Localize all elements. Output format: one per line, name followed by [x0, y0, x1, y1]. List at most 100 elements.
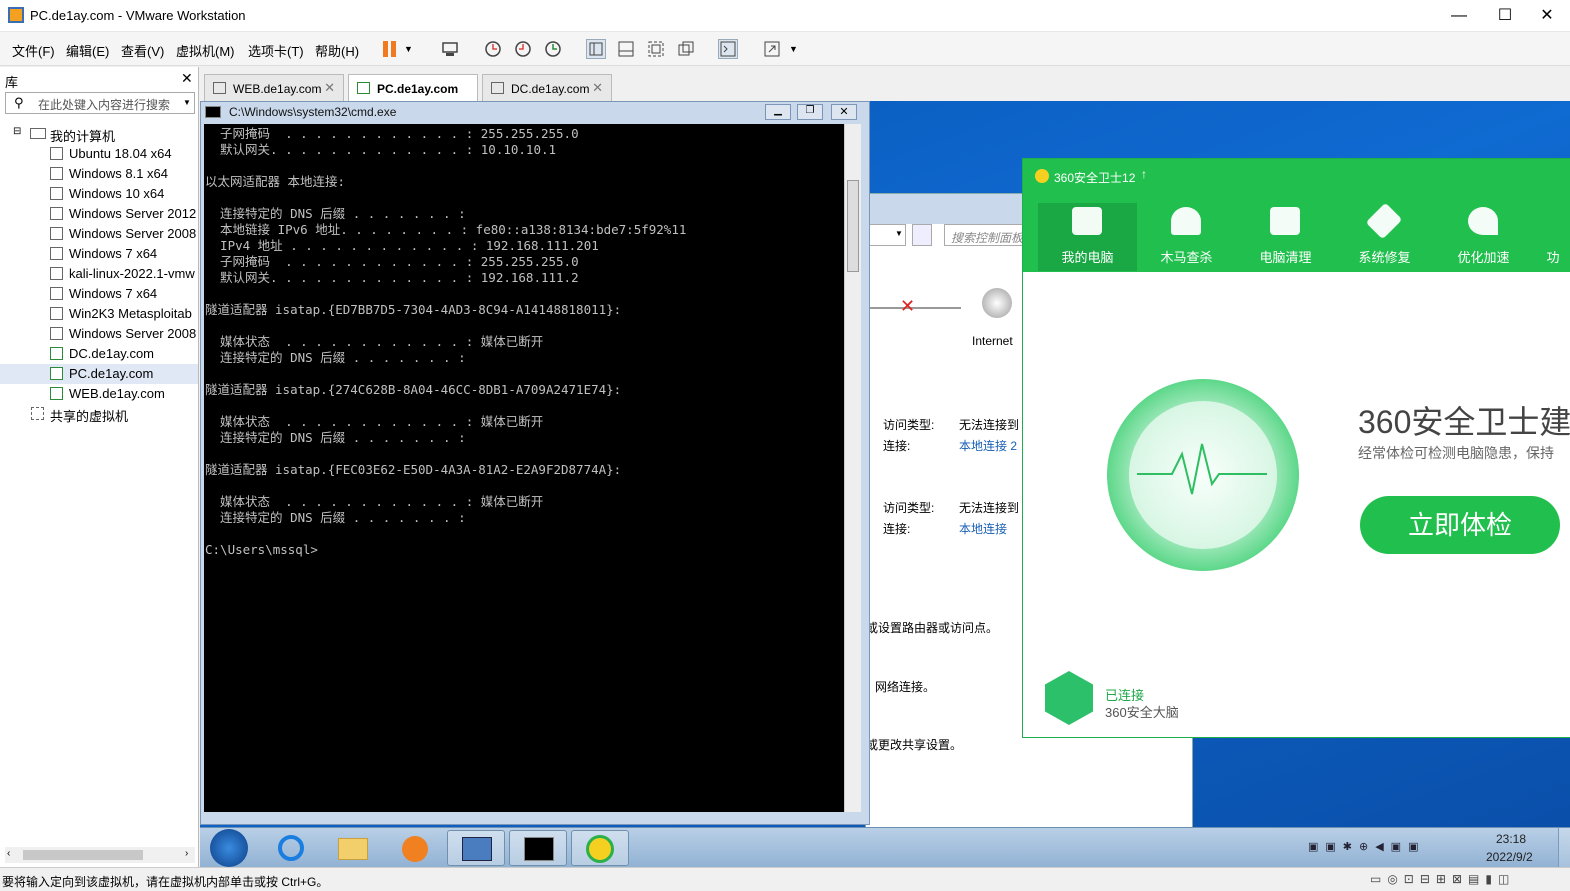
cmd-line — [205, 446, 843, 462]
refresh-icon[interactable] — [912, 224, 932, 246]
cmd-taskbar[interactable] — [509, 830, 567, 866]
vm-icon — [50, 387, 63, 400]
tree-item-vm[interactable]: Ubuntu 18.04 x64 — [0, 144, 198, 164]
nav-my-computer[interactable]: 我的电脑 — [1038, 203, 1137, 271]
snapshot-icon[interactable] — [483, 39, 503, 59]
menu-view[interactable]: 查看(V) — [121, 41, 164, 60]
cmd-line: 以太网适配器 本地连接: — [205, 174, 346, 189]
snapshot-manager-icon[interactable] — [543, 39, 563, 59]
chevron-down-icon[interactable]: ▼ — [404, 44, 413, 54]
chevron-down-icon[interactable]: ▼ — [789, 44, 798, 54]
link-local-connection-2[interactable]: 本地连接 2 — [959, 437, 1017, 454]
cmd-close-button[interactable]: ✕ — [831, 104, 857, 120]
close-icon[interactable]: ✕ — [181, 70, 193, 87]
unity-icon[interactable] — [676, 39, 696, 59]
start-checkup-button[interactable]: 立即体检 — [1360, 496, 1560, 554]
cmd-line — [205, 398, 843, 414]
tree-item-vm[interactable]: WEB.de1ay.com — [0, 384, 198, 404]
library-hscrollbar[interactable]: ‹ › — [5, 847, 195, 863]
tree-item-vm[interactable]: DC.de1ay.com — [0, 344, 198, 364]
vm-icon — [50, 167, 63, 180]
vm-icon — [50, 207, 63, 220]
guest-taskbar: ▣▣✱⊕◀▣▣ 23:18 2022/9/2 — [200, 827, 1570, 868]
device-status-icons[interactable]: ▭◎⊡⊟⊞⊠▤▮◫ — [1370, 872, 1515, 886]
ie-icon[interactable] — [262, 830, 320, 866]
library-search-input[interactable]: ⚲ 在此处键入内容进行搜索 ▼ — [5, 92, 195, 114]
minimize-button[interactable]: — — [1436, 0, 1482, 32]
pause-icon[interactable] — [382, 39, 398, 59]
tree-root-my-computer[interactable]: ⊟ 我的计算机 — [0, 124, 198, 144]
control-panel-taskbar[interactable] — [447, 830, 505, 866]
tree-item-vm[interactable]: Windows 10 x64 — [0, 184, 198, 204]
stretch-icon[interactable] — [762, 39, 782, 59]
cmd-line: 隧道适配器 isatap.{ED7BB7D5-7304-4AD3-8C94-A1… — [205, 302, 622, 317]
360-taskbar[interactable] — [571, 830, 629, 866]
link-local-connection[interactable]: 本地连接 — [959, 520, 1007, 537]
chevron-down-icon[interactable]: ▼ — [183, 98, 191, 107]
wrench-icon — [1365, 202, 1403, 240]
vm-icon — [50, 147, 63, 160]
clock-time[interactable]: 23:18 — [1496, 832, 1526, 846]
menu-tabs[interactable]: 选项卡(T) — [248, 41, 304, 60]
tab-web[interactable]: WEB.de1ay.com ✕ — [204, 74, 344, 101]
tab-pc[interactable]: PC.de1ay.com — [348, 74, 478, 101]
close-button[interactable]: ✕ — [1524, 0, 1570, 32]
tree-item-vm[interactable]: Windows 7 x64 — [0, 244, 198, 264]
address-dropdown[interactable]: ▼ — [866, 224, 906, 246]
globe-icon — [982, 288, 1012, 318]
nav-optimize[interactable]: 优化加速 — [1434, 203, 1533, 271]
tree-item-vm[interactable]: Win2K3 Metasploitab — [0, 304, 198, 324]
cmd-minimize-button[interactable]: ▁ — [765, 104, 791, 120]
vm-tabs: WEB.de1ay.com ✕ PC.de1ay.com DC.de1ay.co… — [200, 67, 1570, 101]
tree-item-vm[interactable]: Windows Server 2008 — [0, 224, 198, 244]
vm-icon — [50, 307, 63, 320]
cmd-window[interactable]: C:\Windows\system32\cmd.exe ▁ ❐ ✕ 子网掩码 .… — [200, 101, 870, 825]
send-keys-icon[interactable] — [440, 39, 460, 59]
thumbnail-bar-icon[interactable] — [616, 39, 636, 59]
console-view-icon[interactable] — [718, 39, 738, 59]
nav-trojan-scan[interactable]: 木马查杀 — [1137, 203, 1236, 271]
revert-snapshot-icon[interactable] — [513, 39, 533, 59]
cmd-line: 子网掩码 . . . . . . . . . . . . : 255.255.2… — [205, 126, 579, 141]
tree-item-vm[interactable]: Windows 7 x64 — [0, 284, 198, 304]
show-desktop-button[interactable] — [1558, 828, 1570, 868]
tree-item-vm[interactable]: Windows Server 2012 — [0, 204, 198, 224]
broom-icon — [1270, 207, 1300, 235]
media-player-icon[interactable] — [386, 830, 444, 866]
menu-help[interactable]: 帮助(H) — [315, 41, 359, 60]
cmd-restore-button[interactable]: ❐ — [797, 104, 823, 120]
close-icon[interactable]: ✕ — [324, 80, 335, 96]
search-placeholder: 在此处键入内容进行搜索 — [38, 98, 171, 112]
menu-vm[interactable]: 虚拟机(M) — [176, 41, 235, 60]
menu-file[interactable]: 文件(F) — [12, 41, 55, 60]
cmd-scrollbar[interactable] — [844, 124, 861, 812]
maximize-button[interactable]: ☐ — [1482, 0, 1528, 32]
cmd-line: 媒体状态 . . . . . . . . . . . . : 媒体已断开 — [205, 494, 544, 509]
vmware-icon — [8, 7, 24, 23]
nav-cleanup[interactable]: 电脑清理 — [1236, 203, 1335, 271]
tree-item-vm[interactable]: Windows 8.1 x64 — [0, 164, 198, 184]
system-tray-icons[interactable]: ▣▣✱⊕◀▣▣ — [1308, 840, 1488, 856]
tree-item-vm[interactable]: kali-linux-2022.1-vmw — [0, 264, 198, 284]
collapse-icon[interactable]: ⊟ — [13, 126, 21, 137]
cmd-output[interactable]: 子网掩码 . . . . . . . . . . . . : 255.255.2… — [204, 124, 844, 812]
nav-more[interactable]: 功 — [1533, 203, 1570, 271]
menu-edit[interactable]: 编辑(E) — [66, 41, 109, 60]
guest-desktop[interactable]: ▼ 搜索控制面板 ✕ Internet 访问类型: 无法连接到 连接: 本地连接… — [200, 101, 1570, 867]
cmd-line: 连接特定的 DNS 后缀 . . . . . . . : — [205, 430, 466, 445]
close-icon[interactable]: ✕ — [592, 80, 603, 96]
tree-item-vm[interactable]: PC.de1ay.com — [0, 364, 198, 384]
cmd-line — [205, 478, 843, 494]
security-360-window[interactable]: 360安全卫士12 ↑ 我的电脑 木马查杀 电脑清理 系统修复 优化加速 功 3… — [1022, 158, 1570, 738]
clock-date[interactable]: 2022/9/2 — [1486, 850, 1533, 864]
tree-item-vm[interactable]: Windows Server 2008 — [0, 324, 198, 344]
nav-repair[interactable]: 系统修复 — [1335, 202, 1434, 271]
tree-shared-vms[interactable]: 共享的虚拟机 — [0, 404, 198, 424]
computer-icon — [30, 128, 46, 139]
fullscreen-icon[interactable] — [646, 39, 666, 59]
explorer-icon[interactable] — [324, 830, 382, 866]
security-brain-icon — [1045, 671, 1093, 725]
start-button[interactable] — [210, 829, 248, 867]
tab-dc[interactable]: DC.de1ay.com ✕ — [482, 74, 612, 101]
sidebar-toggle-icon[interactable] — [586, 39, 606, 59]
